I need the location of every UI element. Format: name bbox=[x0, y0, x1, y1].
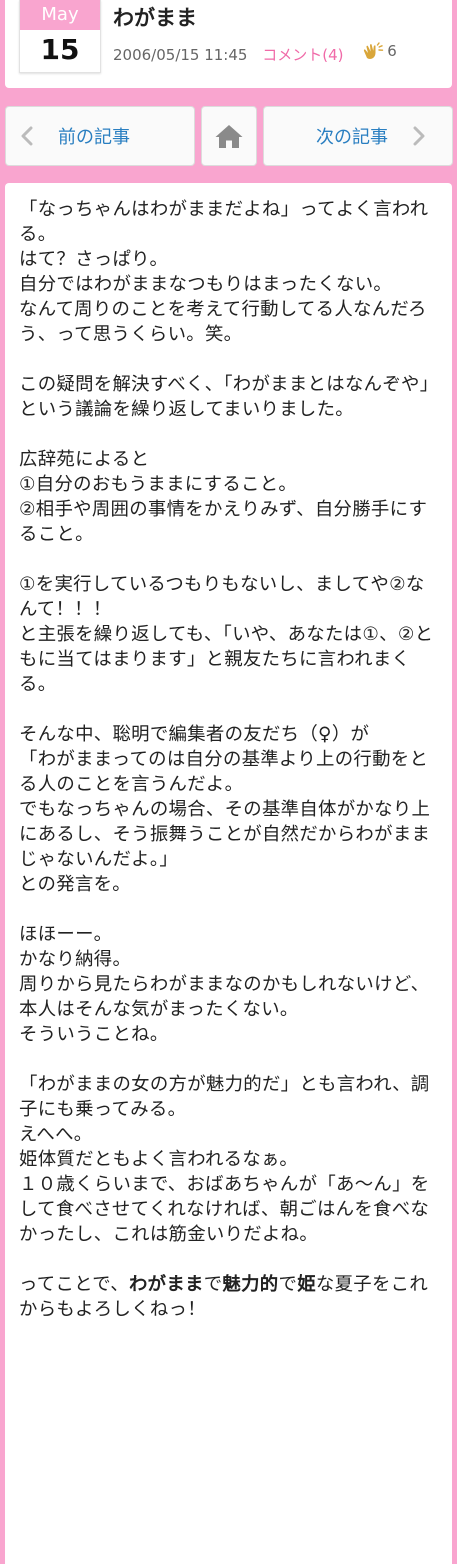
clap-button[interactable]: 6 bbox=[362, 42, 397, 60]
home-icon bbox=[215, 125, 243, 148]
body-line: 「なっちゃんはわがままだよね」ってよく言われる。 bbox=[19, 199, 429, 245]
body-line: 広辞苑によると bbox=[19, 449, 150, 470]
article-body: 「なっちゃんはわがままだよね」ってよく言われる。 はて？さっぱり。 自分ではわが… bbox=[5, 183, 452, 1322]
body-line: 「わがままってのは自分の基準より上の行動をとる人のことを言うんだよ。 bbox=[19, 749, 429, 795]
body-line: 周りから見たらわがままなのかもしれないけど、本人はそんな気がまったくない。 bbox=[19, 974, 430, 1020]
chevron-right-icon bbox=[413, 126, 425, 146]
clap-icon bbox=[364, 42, 384, 59]
body-line: ①を実行しているつもりもないし、ましてや②なんて！！！ bbox=[19, 574, 425, 620]
comments-link[interactable]: コメント(4) bbox=[262, 46, 343, 64]
body-line: との発言を。 bbox=[19, 874, 131, 895]
body-line: なんて周りのことを考えて行動してる人なんだろう、って思うくらい。笑。 bbox=[19, 299, 427, 345]
body-line: 「わがままの女の方が魅力的だ」とも言われ、調子にも乗ってみる。 bbox=[19, 1074, 430, 1120]
post-title: わがまま bbox=[113, 6, 197, 30]
entry-header: May 15 わがまま 2006/05/15 11:45 コメント(4) 6 bbox=[5, 0, 452, 88]
body-line: はて？さっぱり。 bbox=[19, 249, 169, 270]
body-line: えへへ。 bbox=[19, 1124, 93, 1145]
clap-count: 6 bbox=[387, 42, 397, 60]
emphasis: 魅力的 bbox=[222, 1274, 279, 1295]
body-line: でもなっちゃんの場合、その基準自体がかなり上にあるし、そう振舞うことが自然だから… bbox=[19, 799, 431, 870]
chevron-left-icon bbox=[21, 126, 33, 146]
next-entry-button[interactable]: 次の記事 bbox=[263, 106, 453, 166]
post-meta: 2006/05/15 11:45 コメント(4) 6 bbox=[113, 42, 397, 65]
emphasis: 姫 bbox=[297, 1274, 316, 1295]
body-line: １０歳くらいまで、おばあちゃんが「あ～ん」をして食べさせてくれなければ、朝ごはん… bbox=[19, 1174, 430, 1245]
date-day: 15 bbox=[40, 33, 80, 66]
body-line: かなり納得。 bbox=[19, 949, 132, 970]
body-line: 姫体質だともよく言われるなぁ。 bbox=[19, 1149, 299, 1170]
body-line: ②相手や周囲の事情をかえりみず、自分勝手にすること。 bbox=[19, 499, 428, 545]
body-line: ほほーー。 bbox=[19, 924, 113, 945]
date-badge: May 15 bbox=[19, 0, 101, 73]
prev-entry-label: 前の記事 bbox=[58, 127, 130, 148]
body-line: そういうことね。 bbox=[19, 1024, 169, 1045]
body-line: この疑問を解決すべく、「わがままとはなんぞや」という議論を繰り返してまいりました… bbox=[19, 374, 439, 420]
article-content: 「なっちゃんはわがままだよね」ってよく言われる。 はて？さっぱり。 自分ではわが… bbox=[5, 183, 452, 1564]
emphasis: わがまま bbox=[128, 1274, 204, 1295]
closing-line: ってことで、わがままで魅力的で姫な夏子をこれからもよろしくねっ！ bbox=[19, 1274, 429, 1320]
next-entry-label: 次の記事 bbox=[316, 127, 388, 148]
body-line: と主張を繰り返しても、「いや、あなたは①、②ともに当てはまります」と親友たちに言… bbox=[19, 624, 434, 695]
body-line: 自分ではわがままなつもりはまったくない。 bbox=[19, 274, 393, 295]
body-line: そんな中、聡明で編集者の友だち（♀）が bbox=[19, 724, 370, 745]
post-datetime: 2006/05/15 11:45 bbox=[113, 46, 248, 64]
date-month: May bbox=[20, 0, 100, 30]
home-button[interactable] bbox=[201, 106, 257, 166]
body-line: ①自分のおもうままにすること。 bbox=[19, 474, 298, 495]
prev-entry-button[interactable]: 前の記事 bbox=[5, 106, 195, 166]
